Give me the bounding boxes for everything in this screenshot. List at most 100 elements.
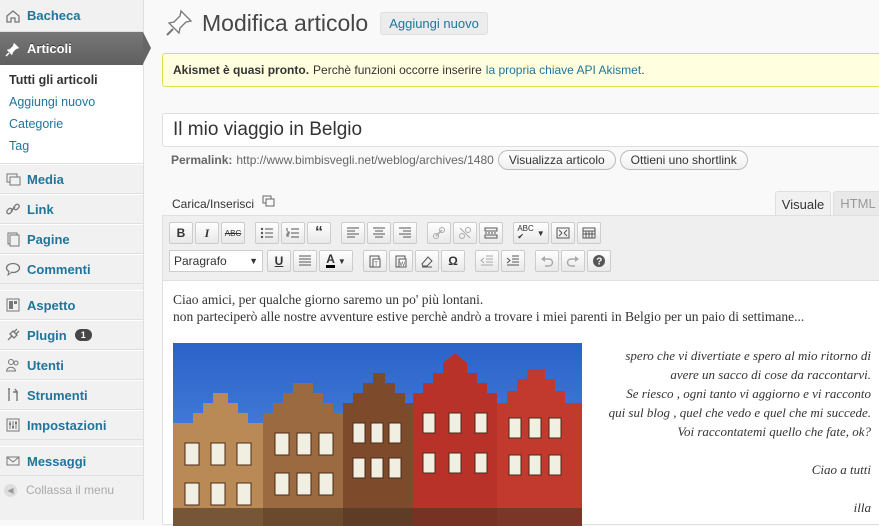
menu-item-media[interactable]: Media: [0, 164, 143, 194]
side-line: [583, 441, 871, 460]
menu-item-articoli[interactable]: Articoli: [0, 32, 151, 65]
bold-button[interactable]: B: [169, 222, 193, 244]
insert-more-tag-button[interactable]: [479, 222, 503, 244]
users-icon: [4, 356, 22, 374]
menu-label: Commenti: [27, 261, 91, 277]
admin-sidebar: Bacheca Articoli Tutti gli articoli Aggi…: [0, 0, 151, 520]
submenu-categories[interactable]: Categorie: [0, 113, 143, 135]
collapse-arrow-icon: ◀: [4, 483, 17, 497]
numbered-list-button[interactable]: [281, 222, 305, 244]
post-title-input[interactable]: Il mio viaggio in Belgio: [162, 113, 879, 147]
appearance-icon: [4, 296, 22, 314]
menu-label: Messaggi: [27, 453, 87, 469]
menu-label: Impostazioni: [27, 417, 107, 433]
align-center-button[interactable]: [367, 222, 391, 244]
menu-item-aspetto[interactable]: Aspetto: [0, 290, 143, 320]
add-new-button[interactable]: Aggiungi nuovo: [380, 11, 488, 35]
paste-word-icon[interactable]: W: [389, 250, 413, 272]
collapse-label: Collassa il menu: [26, 483, 115, 497]
messages-icon: [4, 452, 22, 470]
text-color-button[interactable]: A ▼: [319, 250, 353, 272]
special-character-button[interactable]: Ω: [441, 250, 465, 272]
kitchen-sink-button[interactable]: [577, 222, 601, 244]
pushpin-icon: [164, 8, 194, 38]
menu-item-impostazioni[interactable]: Impostazioni: [0, 410, 143, 440]
page-title: Modifica articolo: [202, 9, 369, 36]
add-media-icon[interactable]: [262, 195, 276, 212]
fullscreen-button[interactable]: [551, 222, 575, 244]
menu-label: Articoli: [27, 41, 72, 56]
view-post-button[interactable]: Visualizza articolo: [497, 150, 616, 170]
menu-label: Pagine: [27, 231, 70, 247]
menu-item-utenti[interactable]: Utenti: [0, 350, 143, 380]
menu-item-commenti[interactable]: Commenti: [0, 254, 143, 284]
toolbar-row-1: B I ABC “ ABC ✔ ▼: [169, 222, 603, 244]
page-header: Modifica articolo Aggiungi nuovo: [164, 8, 488, 38]
post-photo-belgium-houses[interactable]: [173, 343, 582, 526]
akismet-api-key-link[interactable]: la propria chiave API Akismet: [486, 63, 641, 77]
align-left-button[interactable]: [341, 222, 365, 244]
underline-button[interactable]: U: [267, 250, 291, 272]
dashboard-icon: [4, 7, 22, 25]
submenu-add-new[interactable]: Aggiungi nuovo: [0, 91, 143, 113]
undo-icon[interactable]: [535, 250, 559, 272]
tools-icon: [4, 386, 22, 404]
posts-submenu: Tutti gli articoli Aggiungi nuovo Catego…: [0, 65, 143, 164]
menu-item-strumenti[interactable]: Strumenti: [0, 380, 143, 410]
upload-insert: Carica/Inserisci: [172, 195, 276, 212]
italic-button[interactable]: I: [195, 222, 219, 244]
media-icon: [4, 170, 22, 188]
menu-label: Bacheca: [27, 8, 81, 23]
format-select[interactable]: Paragrafo ▼: [169, 250, 263, 272]
menu-item-pagine[interactable]: Pagine: [0, 224, 143, 254]
indent-icon[interactable]: [501, 250, 525, 272]
help-icon[interactable]: ?: [587, 250, 611, 272]
menu-item-bacheca[interactable]: Bacheca: [0, 0, 143, 32]
tab-visual[interactable]: Visuale: [775, 191, 831, 216]
menu-item-messaggi[interactable]: Messaggi: [0, 446, 143, 476]
comments-icon: [4, 260, 22, 278]
tab-html[interactable]: HTML: [833, 191, 879, 215]
bullet-list-button[interactable]: [255, 222, 279, 244]
update-count-badge: 1: [74, 329, 92, 341]
unlink-icon[interactable]: [453, 222, 477, 244]
notice-bold: Akismet è quasi pronto.: [173, 63, 310, 77]
menu-item-link[interactable]: Link: [0, 194, 143, 224]
eraser-icon[interactable]: [415, 250, 439, 272]
notice-text: Perchè funzioni occorre inserire: [313, 63, 482, 77]
submenu-tags[interactable]: Tag: [0, 135, 143, 157]
main-content: Modifica articolo Aggiungi nuovo Akismet…: [144, 0, 879, 526]
side-line: avere un sacco di cose da raccontarvi.: [670, 367, 871, 382]
align-right-button[interactable]: [393, 222, 417, 244]
svg-text:T: T: [374, 262, 378, 268]
menu-item-plugin[interactable]: Plugin 1: [0, 320, 143, 350]
blockquote-button[interactable]: “: [307, 222, 331, 244]
notice-end: .: [641, 63, 645, 77]
menu-label: Strumenti: [27, 387, 88, 403]
side-line: [583, 479, 871, 498]
post-title-value: Il mio viaggio in Belgio: [173, 119, 363, 140]
akismet-notice: Akismet è quasi pronto. Perchè funzioni …: [162, 53, 879, 87]
strikethrough-button[interactable]: ABC: [221, 222, 245, 244]
side-line: Se riesco , ogni tanto vi aggiorno e vi …: [626, 386, 871, 401]
redo-icon[interactable]: [561, 250, 585, 272]
menu-label: Link: [27, 201, 54, 217]
side-text-block: spero che vi divertiate e spero al mio r…: [583, 346, 871, 517]
format-value: Paragrafo: [174, 254, 227, 268]
paste-text-icon[interactable]: T: [363, 250, 387, 272]
spellcheck-button[interactable]: ABC ✔ ▼: [513, 222, 549, 244]
submenu-all-posts[interactable]: Tutti gli articoli: [0, 69, 143, 91]
insert-link-icon[interactable]: [427, 222, 451, 244]
editor-toolbar: B I ABC “ ABC ✔ ▼ Paragrafo ▼ U A ▼ T W …: [163, 216, 879, 281]
permalink-url[interactable]: http://www.bimbisvegli.net/weblog/archiv…: [236, 153, 493, 167]
side-line: illa: [853, 500, 871, 515]
get-shortlink-button[interactable]: Ottieni uno shortlink: [619, 150, 748, 170]
upload-label: Carica/Inserisci: [172, 196, 255, 211]
chevron-down-icon: ▼: [249, 256, 258, 266]
side-line: spero che vi divertiate e spero al mio r…: [625, 348, 871, 363]
editor-content[interactable]: Ciao amici, per qualche giorno saremo un…: [173, 291, 879, 325]
plugin-icon: [4, 326, 22, 344]
outdent-icon[interactable]: [475, 250, 499, 272]
collapse-menu-button[interactable]: ◀ Collassa il menu: [0, 476, 143, 504]
justify-button[interactable]: [293, 250, 317, 272]
